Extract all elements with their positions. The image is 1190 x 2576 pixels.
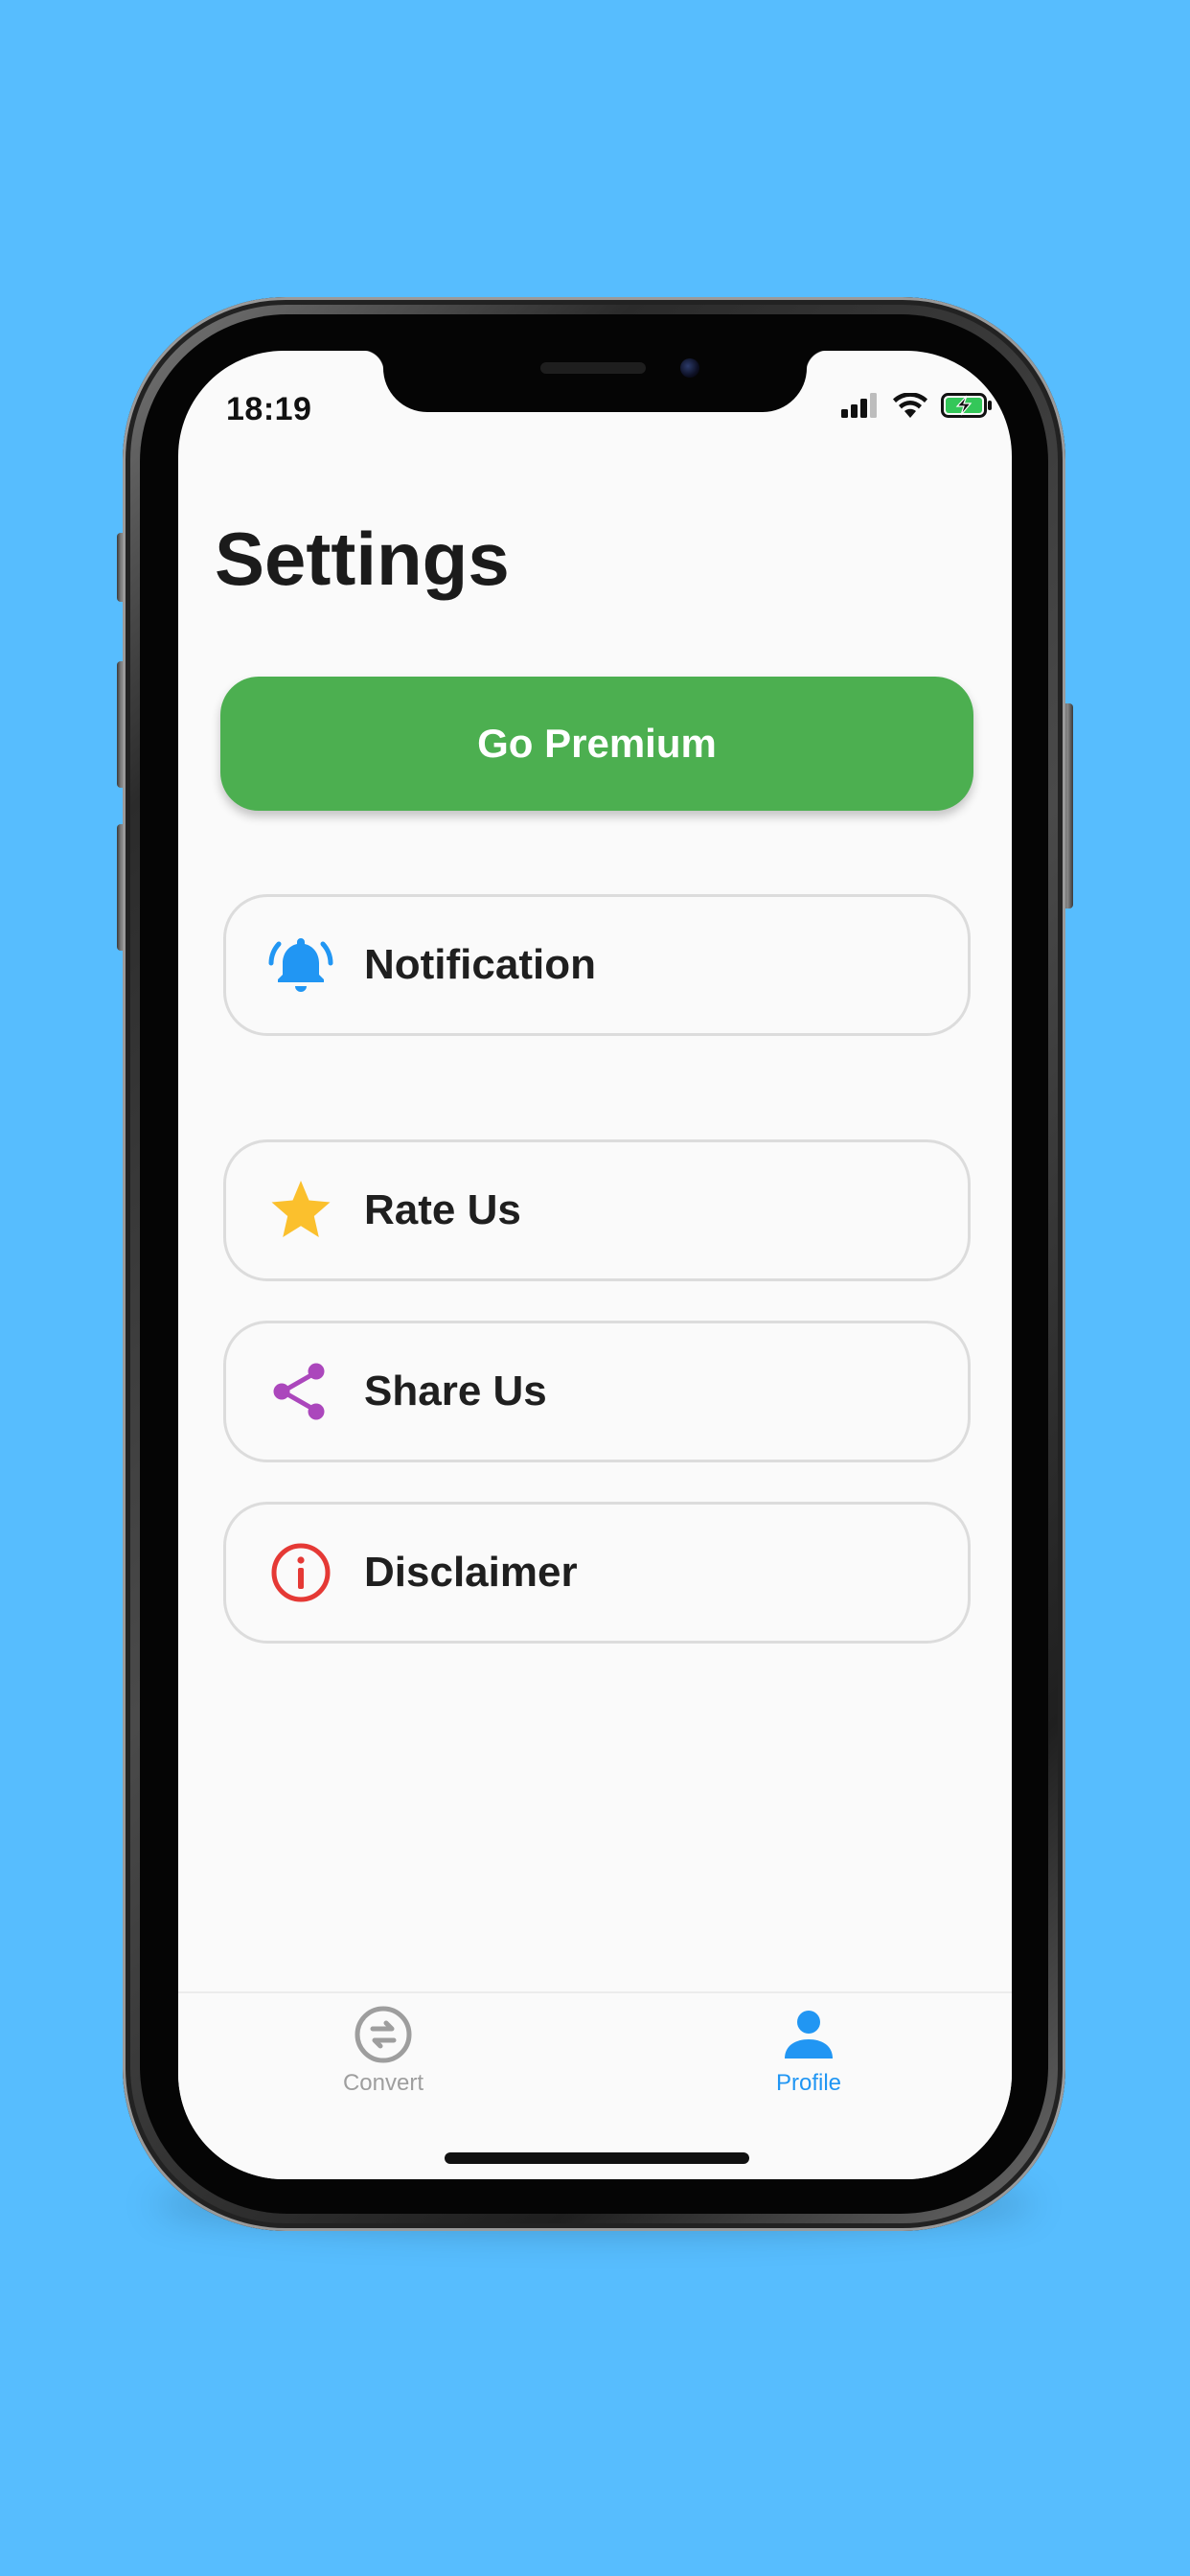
cellular-signal-icon [841,393,877,418]
disclaimer-item[interactable]: Disclaimer [223,1502,971,1644]
notification-label: Notification [364,941,596,988]
share-us-label: Share Us [364,1368,547,1414]
tab-profile[interactable]: Profile [713,2005,904,2097]
wifi-icon [893,393,927,418]
tab-convert[interactable]: Convert [287,2005,479,2097]
bell-icon [268,932,333,998]
rate-us-item[interactable]: Rate Us [223,1139,971,1281]
page-title: Settings [215,517,510,601]
share-us-item[interactable]: Share Us [223,1321,971,1462]
bottom-tab-bar: Convert Profile [178,1991,1012,2179]
home-indicator [445,2152,749,2164]
app-screen: 18:19 Settings Go Premium Notification R… [178,351,1012,2179]
info-icon [268,1540,333,1605]
status-time: 18:19 [226,391,312,427]
tab-convert-label: Convert [342,2070,424,2096]
person-icon [785,2011,833,2058]
star-icon [268,1178,333,1243]
convert-icon [355,2006,412,2063]
front-camera [680,358,699,378]
share-icon [268,1359,333,1424]
go-premium-button[interactable]: Go Premium [220,677,973,811]
notch [362,351,828,412]
status-icons [841,393,993,418]
speaker-grille [540,362,646,374]
rate-us-label: Rate Us [364,1186,521,1233]
disclaimer-label: Disclaimer [364,1549,578,1596]
notification-item[interactable]: Notification [223,894,971,1036]
battery-charging-icon [941,393,992,418]
tab-profile-label: Profile [775,2070,842,2096]
